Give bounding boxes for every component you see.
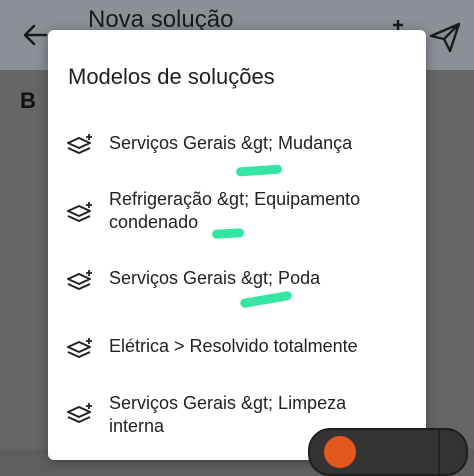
dialog-title: Modelos de soluções [68, 64, 275, 89]
highlight-mark [211, 228, 245, 239]
template-option[interactable]: Serviços Gerais &gt; Poda [48, 265, 426, 309]
highlight-mark [235, 164, 283, 177]
send-icon[interactable] [428, 20, 462, 54]
template-option-label: Serviços Gerais &gt; Poda [109, 268, 321, 288]
layers-plus-icon [67, 403, 92, 423]
floating-action-button[interactable] [308, 428, 468, 476]
template-option[interactable]: Serviços Gerais &gt; Mudança [48, 128, 426, 172]
record-icon [324, 436, 356, 468]
template-option-label: Serviços Gerais &gt; Limpeza [109, 393, 347, 413]
template-option-label: Refrigeração &gt; Equipamento [109, 189, 361, 209]
template-option[interactable]: Elétrica > Resolvido totalmente [48, 333, 426, 377]
template-option-label: Elétrica > Resolvido totalmente [109, 336, 358, 356]
template-option-label: Serviços Gerais &gt; Mudança [109, 133, 353, 153]
template-option-label: condenado [109, 212, 199, 232]
divider [438, 430, 440, 474]
arrow-left-icon[interactable] [20, 20, 50, 50]
layers-plus-icon [67, 338, 92, 358]
section-label: B [20, 88, 36, 113]
layers-plus-icon [67, 270, 92, 290]
layers-plus-icon [67, 134, 92, 154]
layers-plus-icon [67, 202, 92, 222]
templates-dialog: Modelos de soluções Serviços Gerais &gt;… [48, 30, 426, 460]
